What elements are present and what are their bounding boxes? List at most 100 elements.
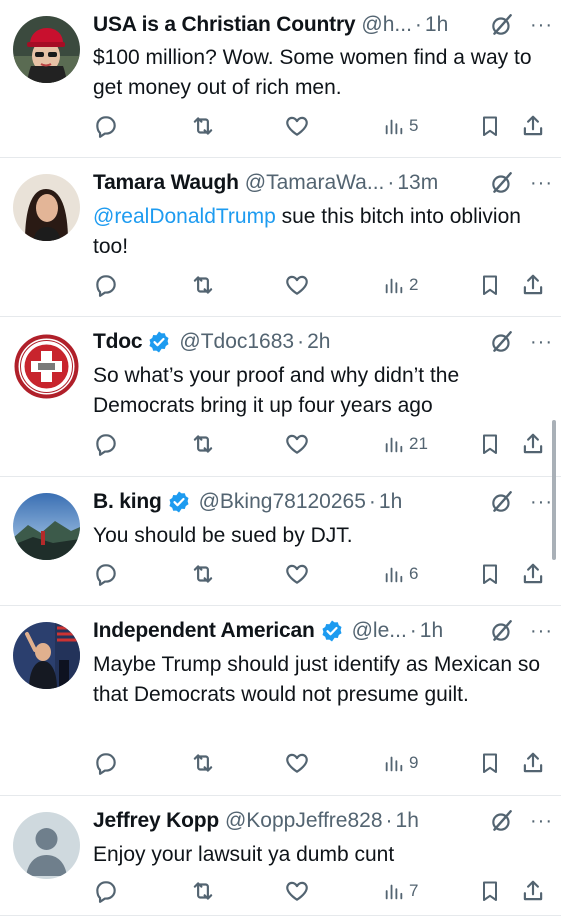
display-name[interactable]: Jeffrey Kopp — [93, 809, 219, 833]
timestamp[interactable]: 1h — [420, 619, 443, 643]
tweet[interactable]: Jeffrey Kopp @KoppJeffre828 · 1h ··· Enjoy yo… — [0, 796, 561, 916]
repost-button[interactable] — [189, 559, 217, 589]
timestamp[interactable]: 1h — [379, 490, 402, 514]
bookmark-button[interactable] — [478, 559, 502, 589]
reply-button[interactable] — [93, 559, 119, 589]
timestamp[interactable]: 13m — [397, 171, 438, 195]
display-name[interactable]: Independent American — [93, 619, 315, 643]
grok-icon[interactable] — [489, 808, 515, 834]
repost-button[interactable] — [189, 270, 217, 300]
share-button[interactable] — [520, 876, 546, 906]
tweet-header: Tamara Waugh @TamaraWa... · 13m — [93, 168, 549, 198]
views-button[interactable]: 5 — [383, 111, 418, 141]
like-button[interactable] — [284, 559, 310, 589]
user-handle[interactable]: @Tdoc1683 — [179, 330, 294, 354]
separator-dot: · — [387, 171, 395, 194]
more-icon[interactable]: ··· — [530, 618, 553, 644]
reply-button[interactable] — [93, 111, 119, 141]
share-button[interactable] — [520, 748, 546, 778]
tweet[interactable]: B. king @Bking78120265 · 1h ··· You should be… — [0, 477, 561, 606]
grok-icon[interactable] — [489, 329, 515, 355]
like-button[interactable] — [284, 748, 310, 778]
tweet-text: Enjoy your lawsuit ya dumb cunt — [93, 840, 541, 870]
timestamp[interactable]: 2h — [307, 330, 330, 354]
views-button[interactable]: 2 — [383, 270, 418, 300]
grok-icon[interactable] — [489, 170, 515, 196]
views-button[interactable]: 7 — [383, 876, 418, 906]
views-button[interactable]: 21 — [383, 429, 428, 459]
display-name[interactable]: B. king — [93, 490, 162, 514]
user-handle[interactable]: @TamaraWa... — [245, 171, 385, 195]
like-button[interactable] — [284, 111, 310, 141]
user-handle[interactable]: @Bking78120265 — [199, 490, 366, 514]
tweet-header: Jeffrey Kopp @KoppJeffre828 · 1h — [93, 806, 549, 836]
display-name[interactable]: USA is a Christian Country — [93, 13, 356, 37]
bookmark-icon — [478, 272, 502, 298]
grok-icon[interactable] — [489, 489, 515, 515]
more-icon[interactable]: ··· — [530, 170, 553, 196]
avatar[interactable] — [13, 333, 80, 400]
reply-button[interactable] — [93, 429, 119, 459]
views-button[interactable]: 9 — [383, 748, 418, 778]
avatar[interactable] — [13, 174, 80, 241]
bookmark-button[interactable] — [478, 876, 502, 906]
grok-icon[interactable] — [489, 618, 515, 644]
tweet-text: @realDonaldTrump sue this bitch into obl… — [93, 202, 541, 262]
like-button[interactable] — [284, 270, 310, 300]
user-handle[interactable]: @h... — [361, 13, 412, 37]
repost-icon — [189, 113, 217, 139]
more-icon[interactable]: ··· — [530, 329, 553, 355]
mention-link[interactable]: @realDonaldTrump — [93, 205, 276, 228]
avatar[interactable] — [13, 16, 80, 83]
views-icon — [383, 273, 405, 297]
user-handle[interactable]: @KoppJeffre828 — [225, 809, 383, 833]
tweet-actions: 21 — [93, 429, 553, 459]
scrollbar[interactable] — [552, 420, 556, 560]
grok-icon[interactable] — [489, 12, 515, 38]
verified-badge-icon — [320, 619, 344, 643]
display-name[interactable]: Tdoc — [93, 330, 143, 354]
repost-button[interactable] — [189, 429, 217, 459]
tweet-text-segment: Enjoy your lawsuit ya dumb cunt — [93, 843, 395, 866]
tweet[interactable]: Independent American @le... · 1h ··· Maybe Tr… — [0, 606, 561, 796]
repost-icon — [189, 878, 217, 904]
tweet[interactable]: USA is a Christian Country @h... · 1h ··· $10… — [0, 0, 561, 158]
views-button[interactable]: 6 — [383, 559, 418, 589]
tweet-actions: 6 — [93, 559, 553, 589]
timestamp[interactable]: 1h — [425, 13, 448, 37]
avatar[interactable] — [13, 812, 80, 879]
avatar[interactable] — [13, 493, 80, 560]
tweet[interactable]: Tdoc @Tdoc1683 · 2h ··· So what’s your proof … — [0, 317, 561, 477]
repost-button[interactable] — [189, 748, 217, 778]
bookmark-button[interactable] — [478, 748, 502, 778]
repost-button[interactable] — [189, 111, 217, 141]
more-icon[interactable]: ··· — [530, 489, 553, 515]
share-button[interactable] — [520, 111, 546, 141]
bookmark-button[interactable] — [478, 111, 502, 141]
more-icon[interactable]: ··· — [530, 808, 553, 834]
tweet-text: You should be sued by DJT. — [93, 521, 541, 551]
reply-button[interactable] — [93, 748, 119, 778]
tweet[interactable]: Tamara Waugh @TamaraWa... · 13m ··· @realDona… — [0, 158, 561, 317]
like-button[interactable] — [284, 876, 310, 906]
view-count: 21 — [409, 434, 428, 453]
bookmark-icon — [478, 113, 502, 139]
more-icon[interactable]: ··· — [530, 12, 553, 38]
avatar[interactable] — [13, 622, 80, 689]
repost-icon — [189, 561, 217, 587]
bookmark-button[interactable] — [478, 429, 502, 459]
share-button[interactable] — [520, 270, 546, 300]
share-button[interactable] — [520, 429, 546, 459]
reply-button[interactable] — [93, 876, 119, 906]
display-name[interactable]: Tamara Waugh — [93, 171, 239, 195]
timestamp[interactable]: 1h — [396, 809, 419, 833]
like-icon — [284, 113, 310, 139]
user-handle[interactable]: @le... — [352, 619, 407, 643]
like-icon — [284, 561, 310, 587]
repost-button[interactable] — [189, 876, 217, 906]
bookmark-button[interactable] — [478, 270, 502, 300]
reply-button[interactable] — [93, 270, 119, 300]
share-button[interactable] — [520, 559, 546, 589]
like-button[interactable] — [284, 429, 310, 459]
share-icon — [520, 878, 546, 904]
